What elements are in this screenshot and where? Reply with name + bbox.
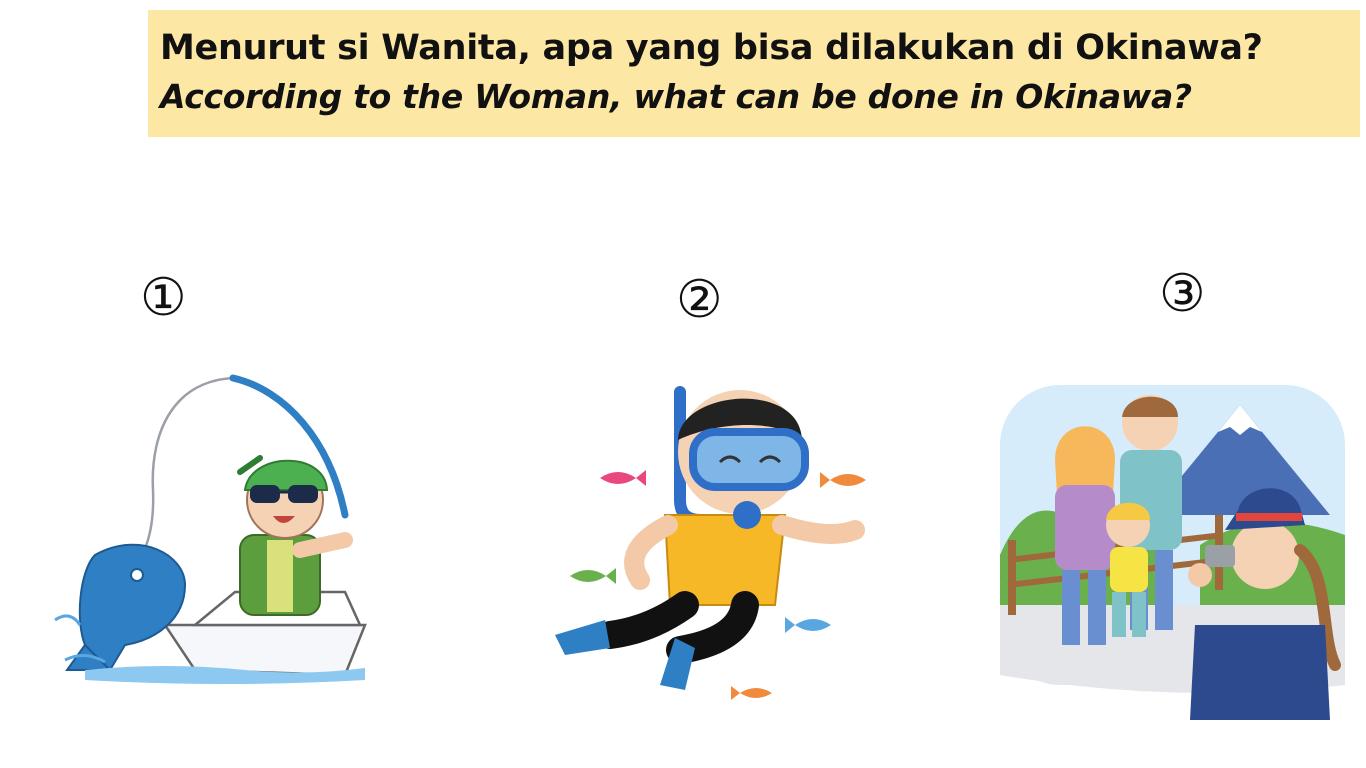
woman-body — [1055, 485, 1115, 570]
question-text-english: According to the Woman, what can be done… — [160, 77, 1192, 116]
fence — [1008, 540, 1016, 615]
diving-mask — [689, 428, 809, 491]
option-number-2[interactable]: ② — [676, 274, 723, 326]
fishing-boat-illustration[interactable] — [45, 370, 375, 690]
question-text-indonesian: Menurut si Wanita, apa yang bisa dilakuk… — [160, 28, 1263, 68]
option-number-1[interactable]: ① — [140, 272, 187, 324]
photographer-body — [1190, 625, 1330, 720]
child-body — [1110, 547, 1148, 592]
sunglasses — [250, 485, 280, 503]
photographer-head — [1231, 521, 1299, 589]
camera — [1205, 545, 1235, 567]
snorkeling-diver-illustration[interactable] — [550, 380, 880, 700]
small-fish — [600, 470, 646, 486]
question-banner: Menurut si Wanita, apa yang bisa dilakuk… — [148, 10, 1360, 137]
fish — [78, 543, 187, 672]
sightseeing-family-illustration[interactable] — [1000, 385, 1345, 720]
option-number-3[interactable]: ③ — [1159, 268, 1206, 320]
fin — [555, 620, 610, 655]
